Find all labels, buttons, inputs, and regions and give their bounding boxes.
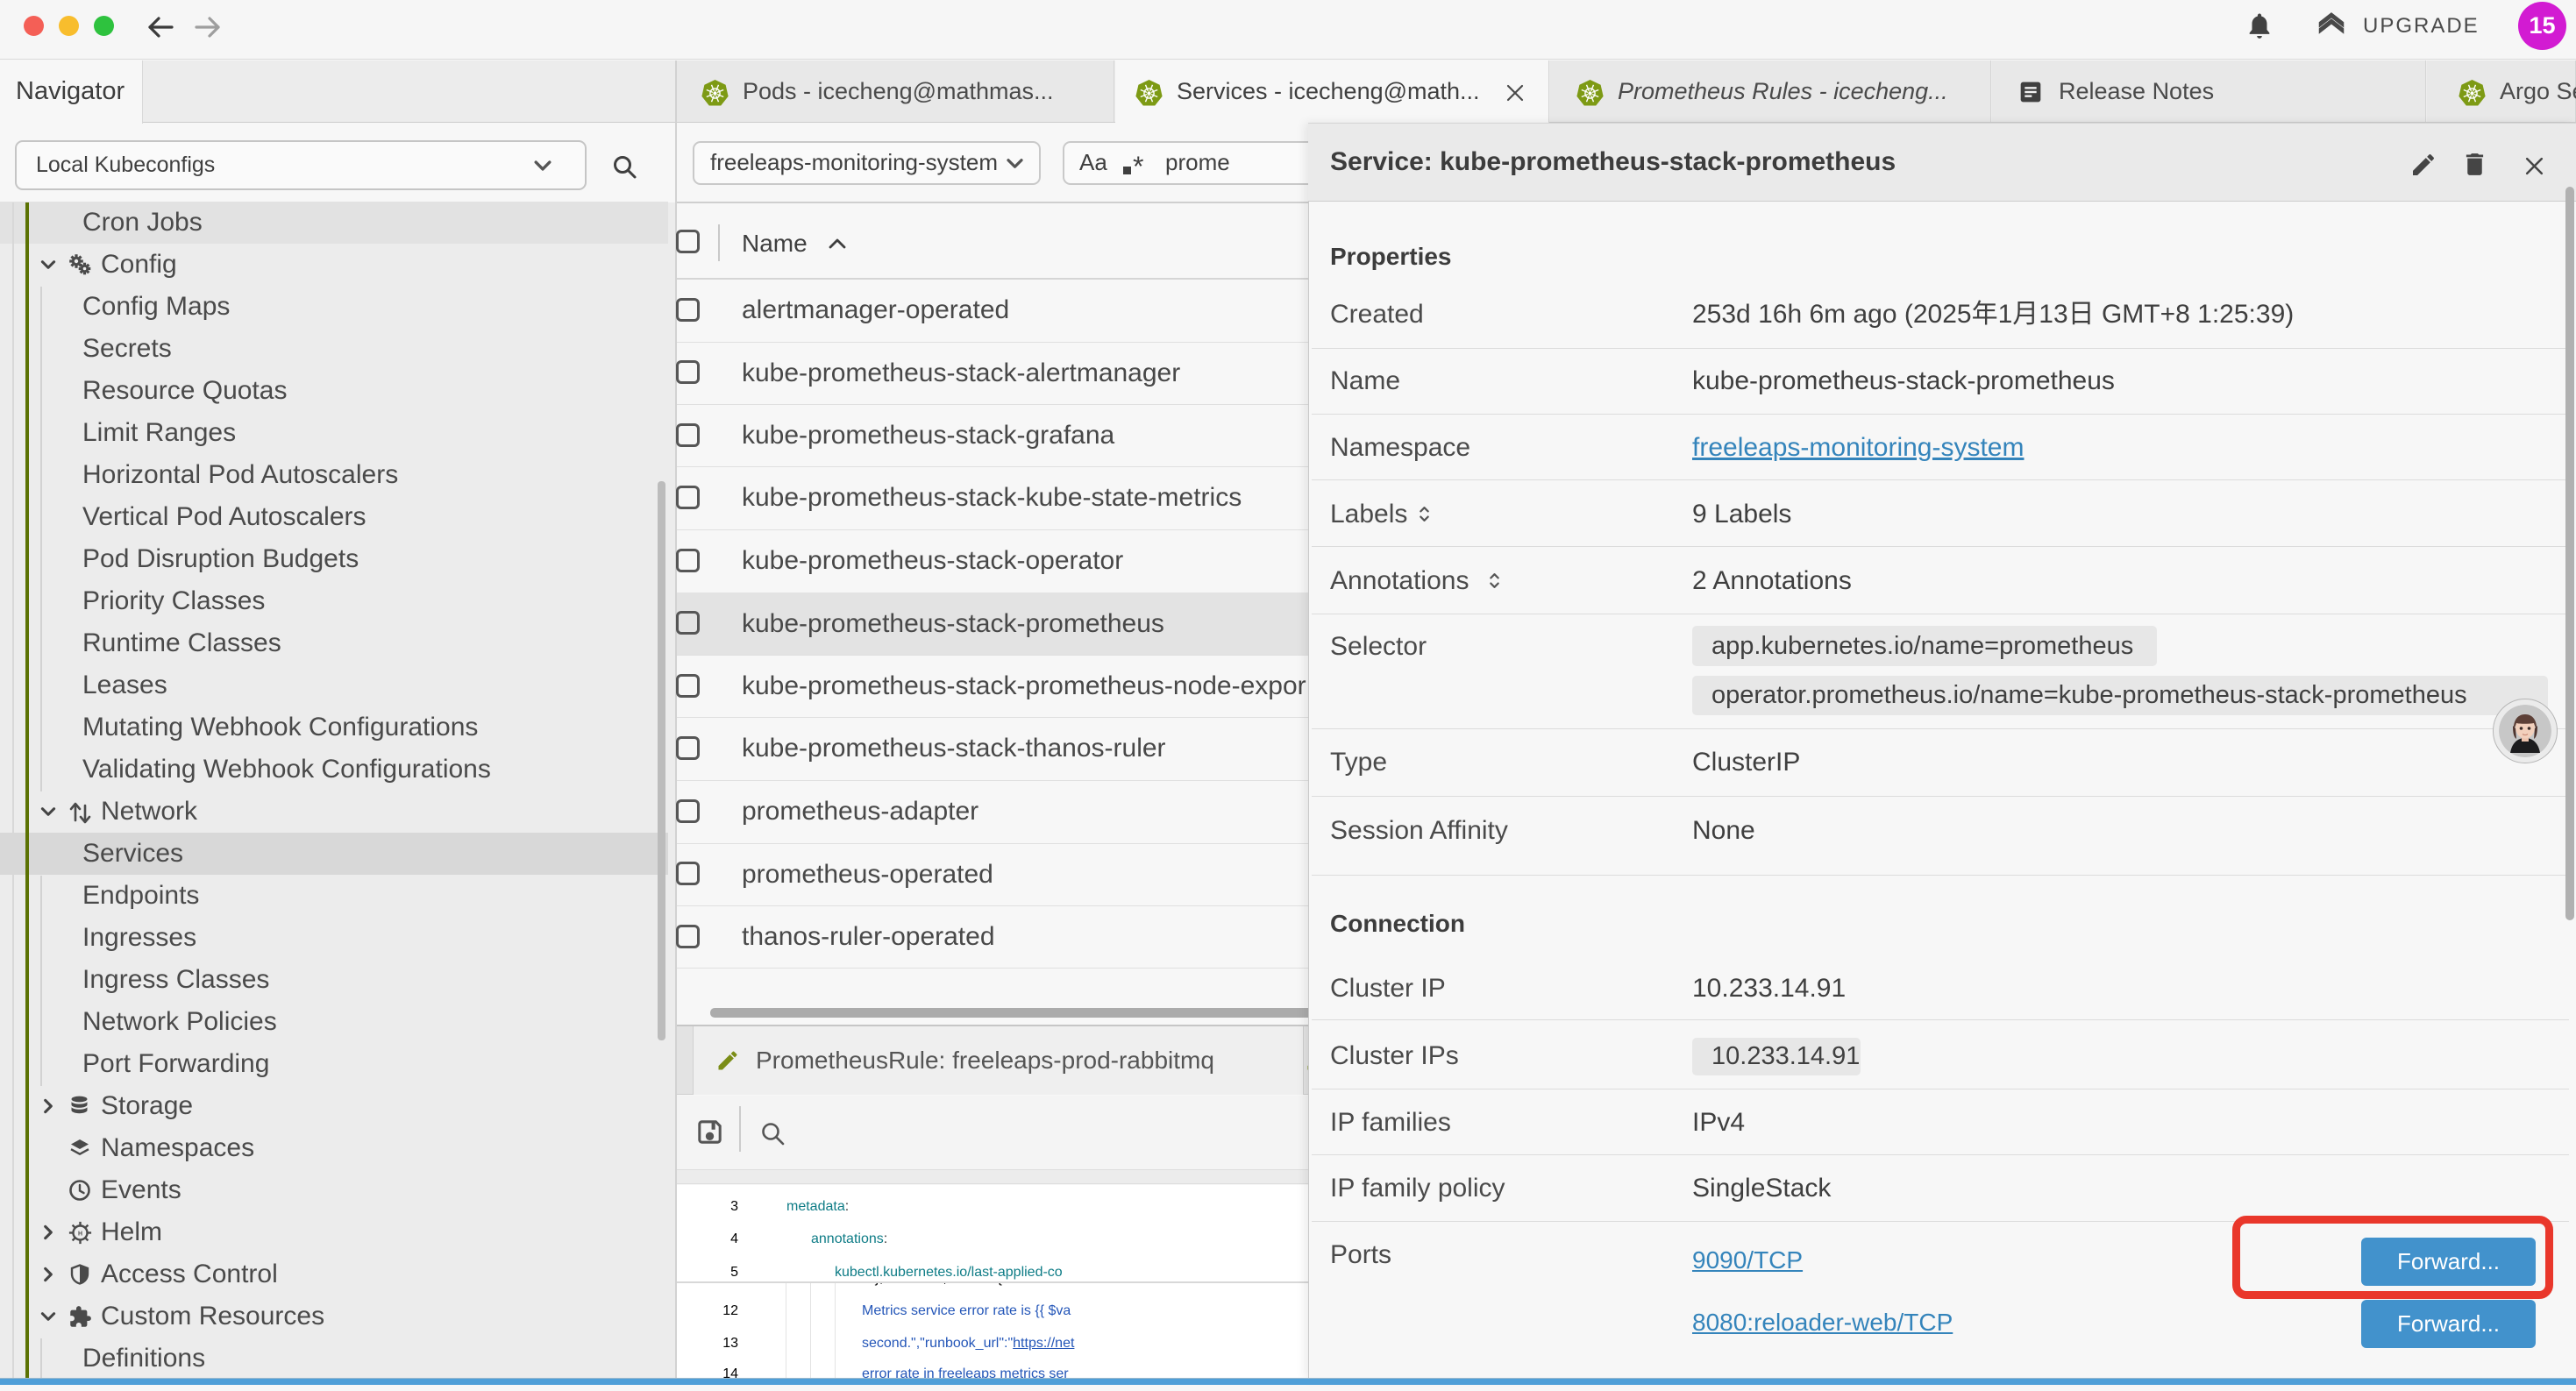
- svg-text:H: H: [78, 1231, 82, 1237]
